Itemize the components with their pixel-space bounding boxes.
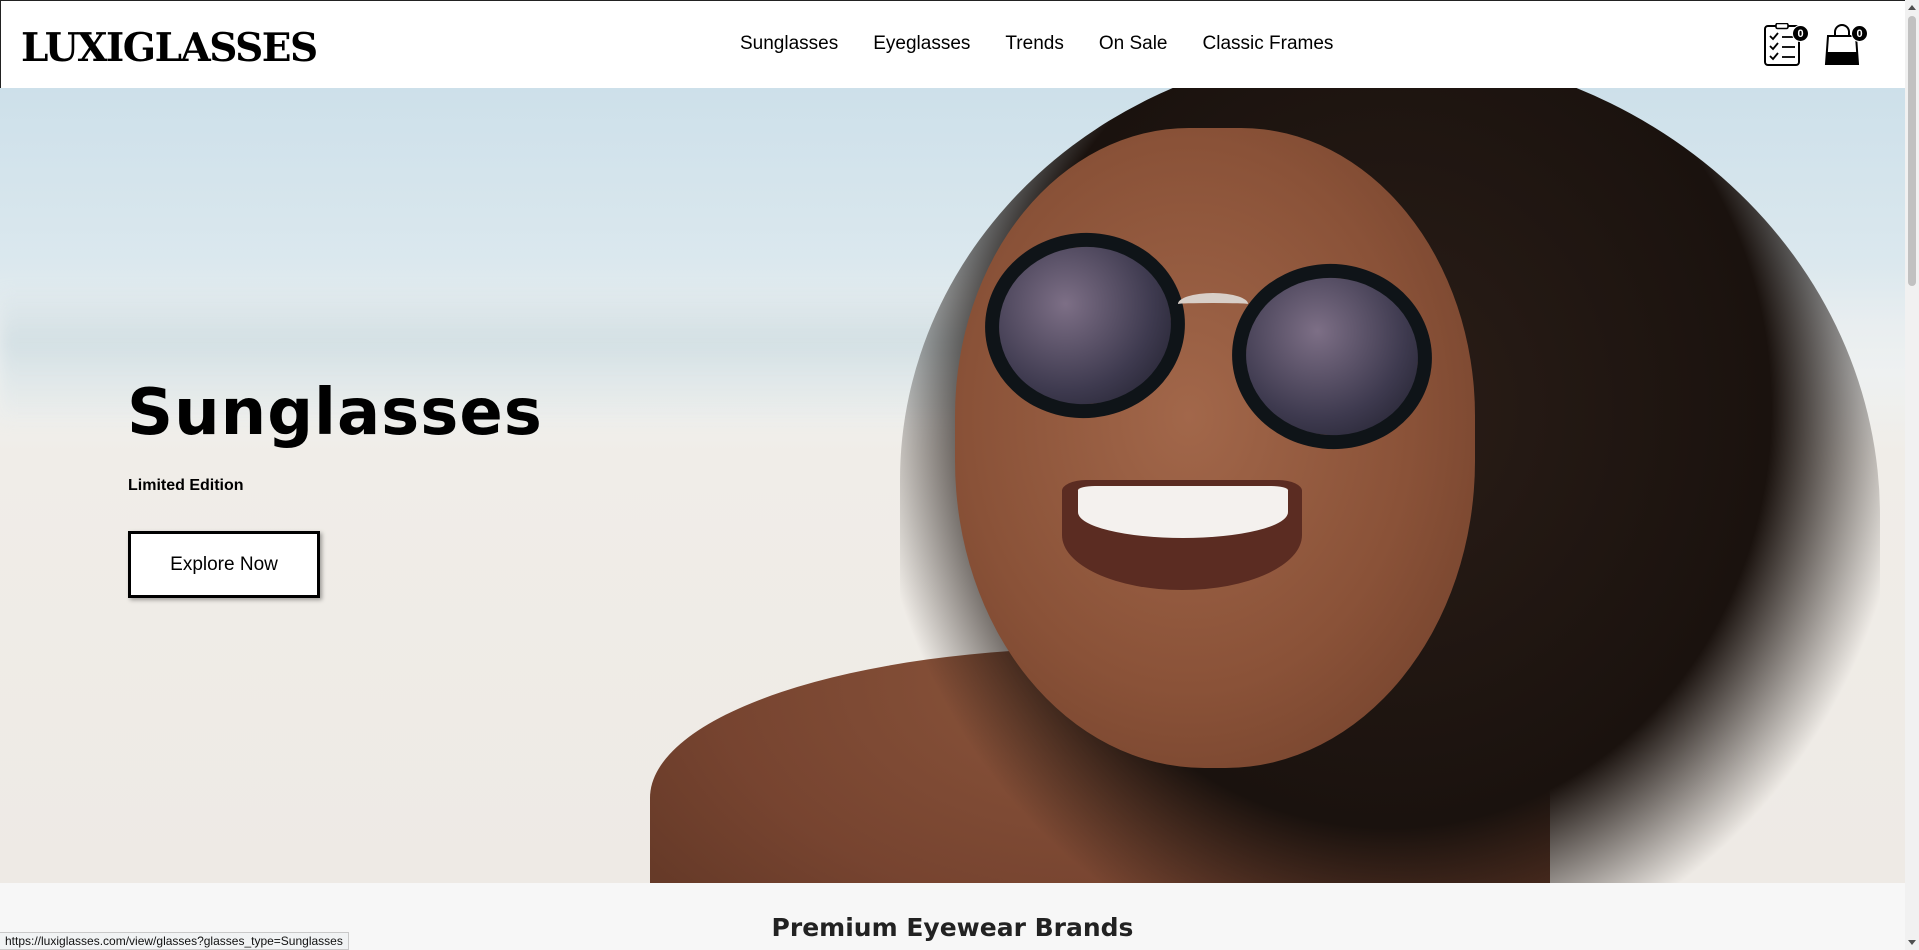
main-nav: Sunglasses Eyeglasses Trends On Sale Cla…	[740, 33, 1333, 55]
cart-button[interactable]: 0	[1822, 23, 1868, 67]
scrollbar-thumb[interactable]	[1908, 16, 1916, 286]
nav-link-on-sale[interactable]: On Sale	[1099, 33, 1168, 55]
nav-link-sunglasses[interactable]: Sunglasses	[740, 33, 838, 55]
hero-title: Sunglasses	[127, 376, 543, 450]
hero-banner: Sunglasses Limited Edition Explore Now	[0, 88, 1905, 883]
explore-now-button[interactable]: Explore Now	[128, 531, 320, 598]
hero-model-image	[955, 128, 1475, 768]
page-scrollbar[interactable]	[1905, 0, 1919, 950]
nav-link-classic-frames[interactable]: Classic Frames	[1203, 33, 1334, 55]
nav-link-trends[interactable]: Trends	[1005, 33, 1063, 55]
wishlist-button[interactable]: 0	[1763, 23, 1809, 67]
cart-count-badge: 0	[1851, 25, 1868, 42]
wishlist-count-badge: 0	[1792, 25, 1809, 42]
scroll-down-arrow-icon[interactable]	[1908, 940, 1916, 945]
site-header: LUXIGLASSES Sunglasses Eyeglasses Trends…	[0, 0, 1905, 88]
hero-subtitle: Limited Edition	[128, 477, 244, 494]
nav-link-eyeglasses[interactable]: Eyeglasses	[873, 33, 970, 55]
scroll-up-arrow-icon[interactable]	[1908, 5, 1916, 10]
status-bar-url: https://luxiglasses.com/view/glasses?gla…	[0, 932, 349, 950]
site-logo[interactable]: LUXIGLASSES	[21, 25, 318, 71]
